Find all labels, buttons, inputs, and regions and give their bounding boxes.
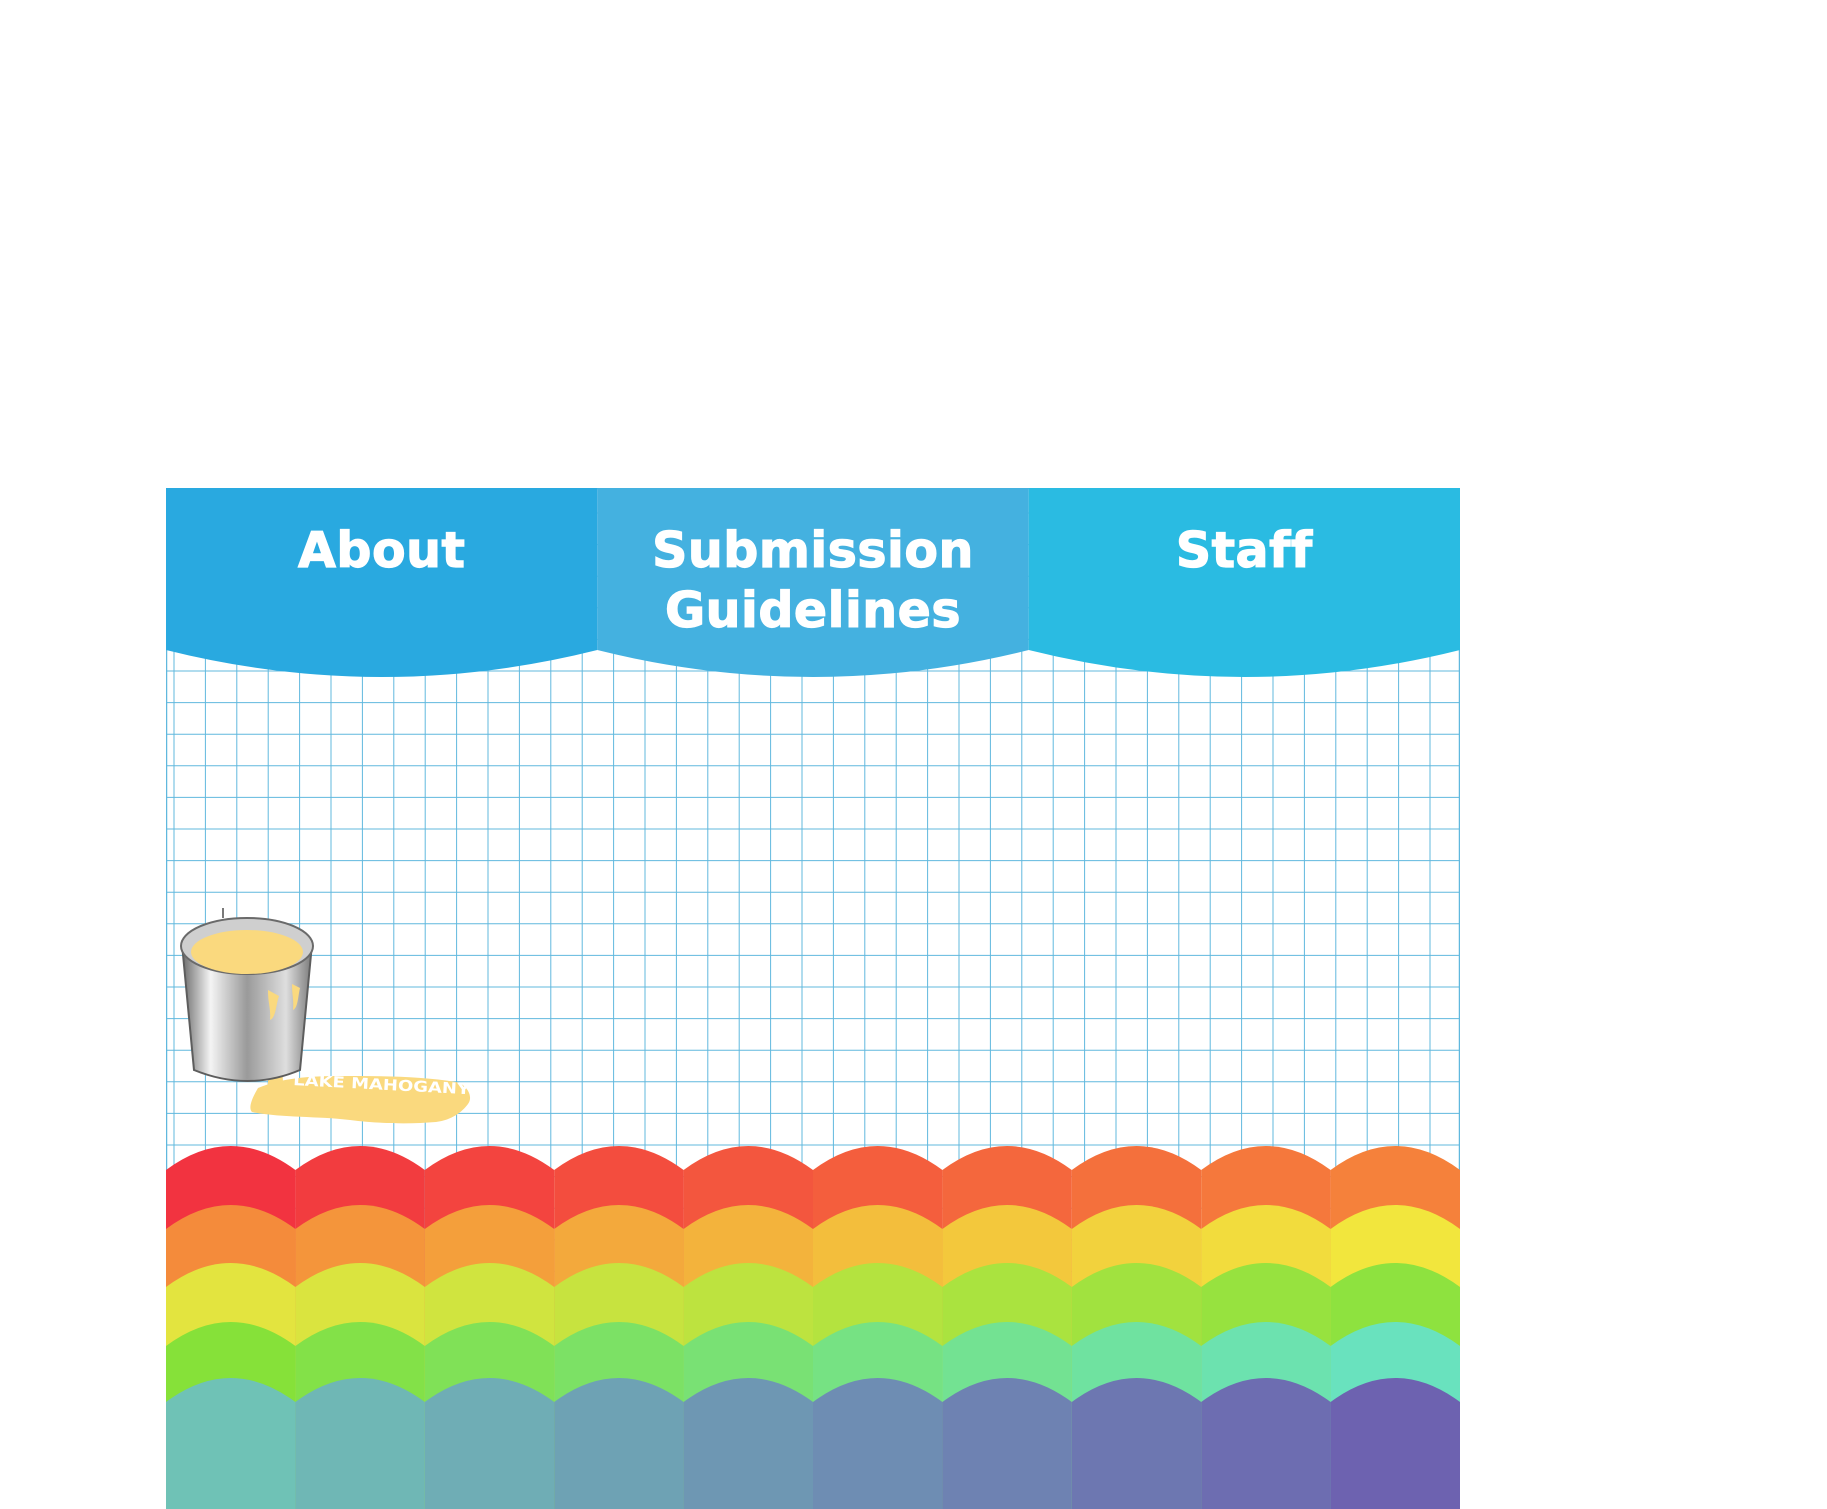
rainbow-scallop	[1330, 1378, 1460, 1509]
rainbow-scallop	[295, 1378, 425, 1509]
nav-tab-label: Submission	[652, 522, 974, 579]
rainbow-scallop	[813, 1378, 943, 1509]
main-navigation: About SubmissionGuidelines Staff	[166, 488, 1460, 677]
page-artwork: About SubmissionGuidelinesStaff LAKE MAHO…	[166, 488, 1460, 1509]
nav-tab-label: Guidelines	[665, 582, 961, 639]
rainbow-scallop-footer	[166, 1146, 1460, 1509]
rainbow-scallop	[424, 1378, 555, 1509]
nav-tab-background	[1028, 488, 1460, 677]
rainbow-scallop	[1201, 1378, 1331, 1509]
rainbow-scallop	[683, 1378, 813, 1509]
paint-surface	[191, 930, 303, 974]
rainbow-scallop	[1071, 1378, 1202, 1509]
nav-tab-background	[166, 488, 598, 677]
nav-tab-submission-guidelines[interactable]: SubmissionGuidelines	[597, 488, 1029, 677]
nav-tab-about[interactable]: About	[166, 488, 598, 677]
rainbow-scallop	[166, 1378, 296, 1509]
page-canvas: About Submission Guidelines Staff LAKE MAHO…	[0, 0, 1827, 1509]
nav-tab-label: Staff	[1176, 522, 1313, 579]
nav-tab-label: About	[298, 522, 465, 579]
nav-tab-staff[interactable]: Staff	[1028, 488, 1460, 677]
rainbow-scallop	[942, 1378, 1072, 1509]
rainbow-scallop	[554, 1378, 684, 1509]
